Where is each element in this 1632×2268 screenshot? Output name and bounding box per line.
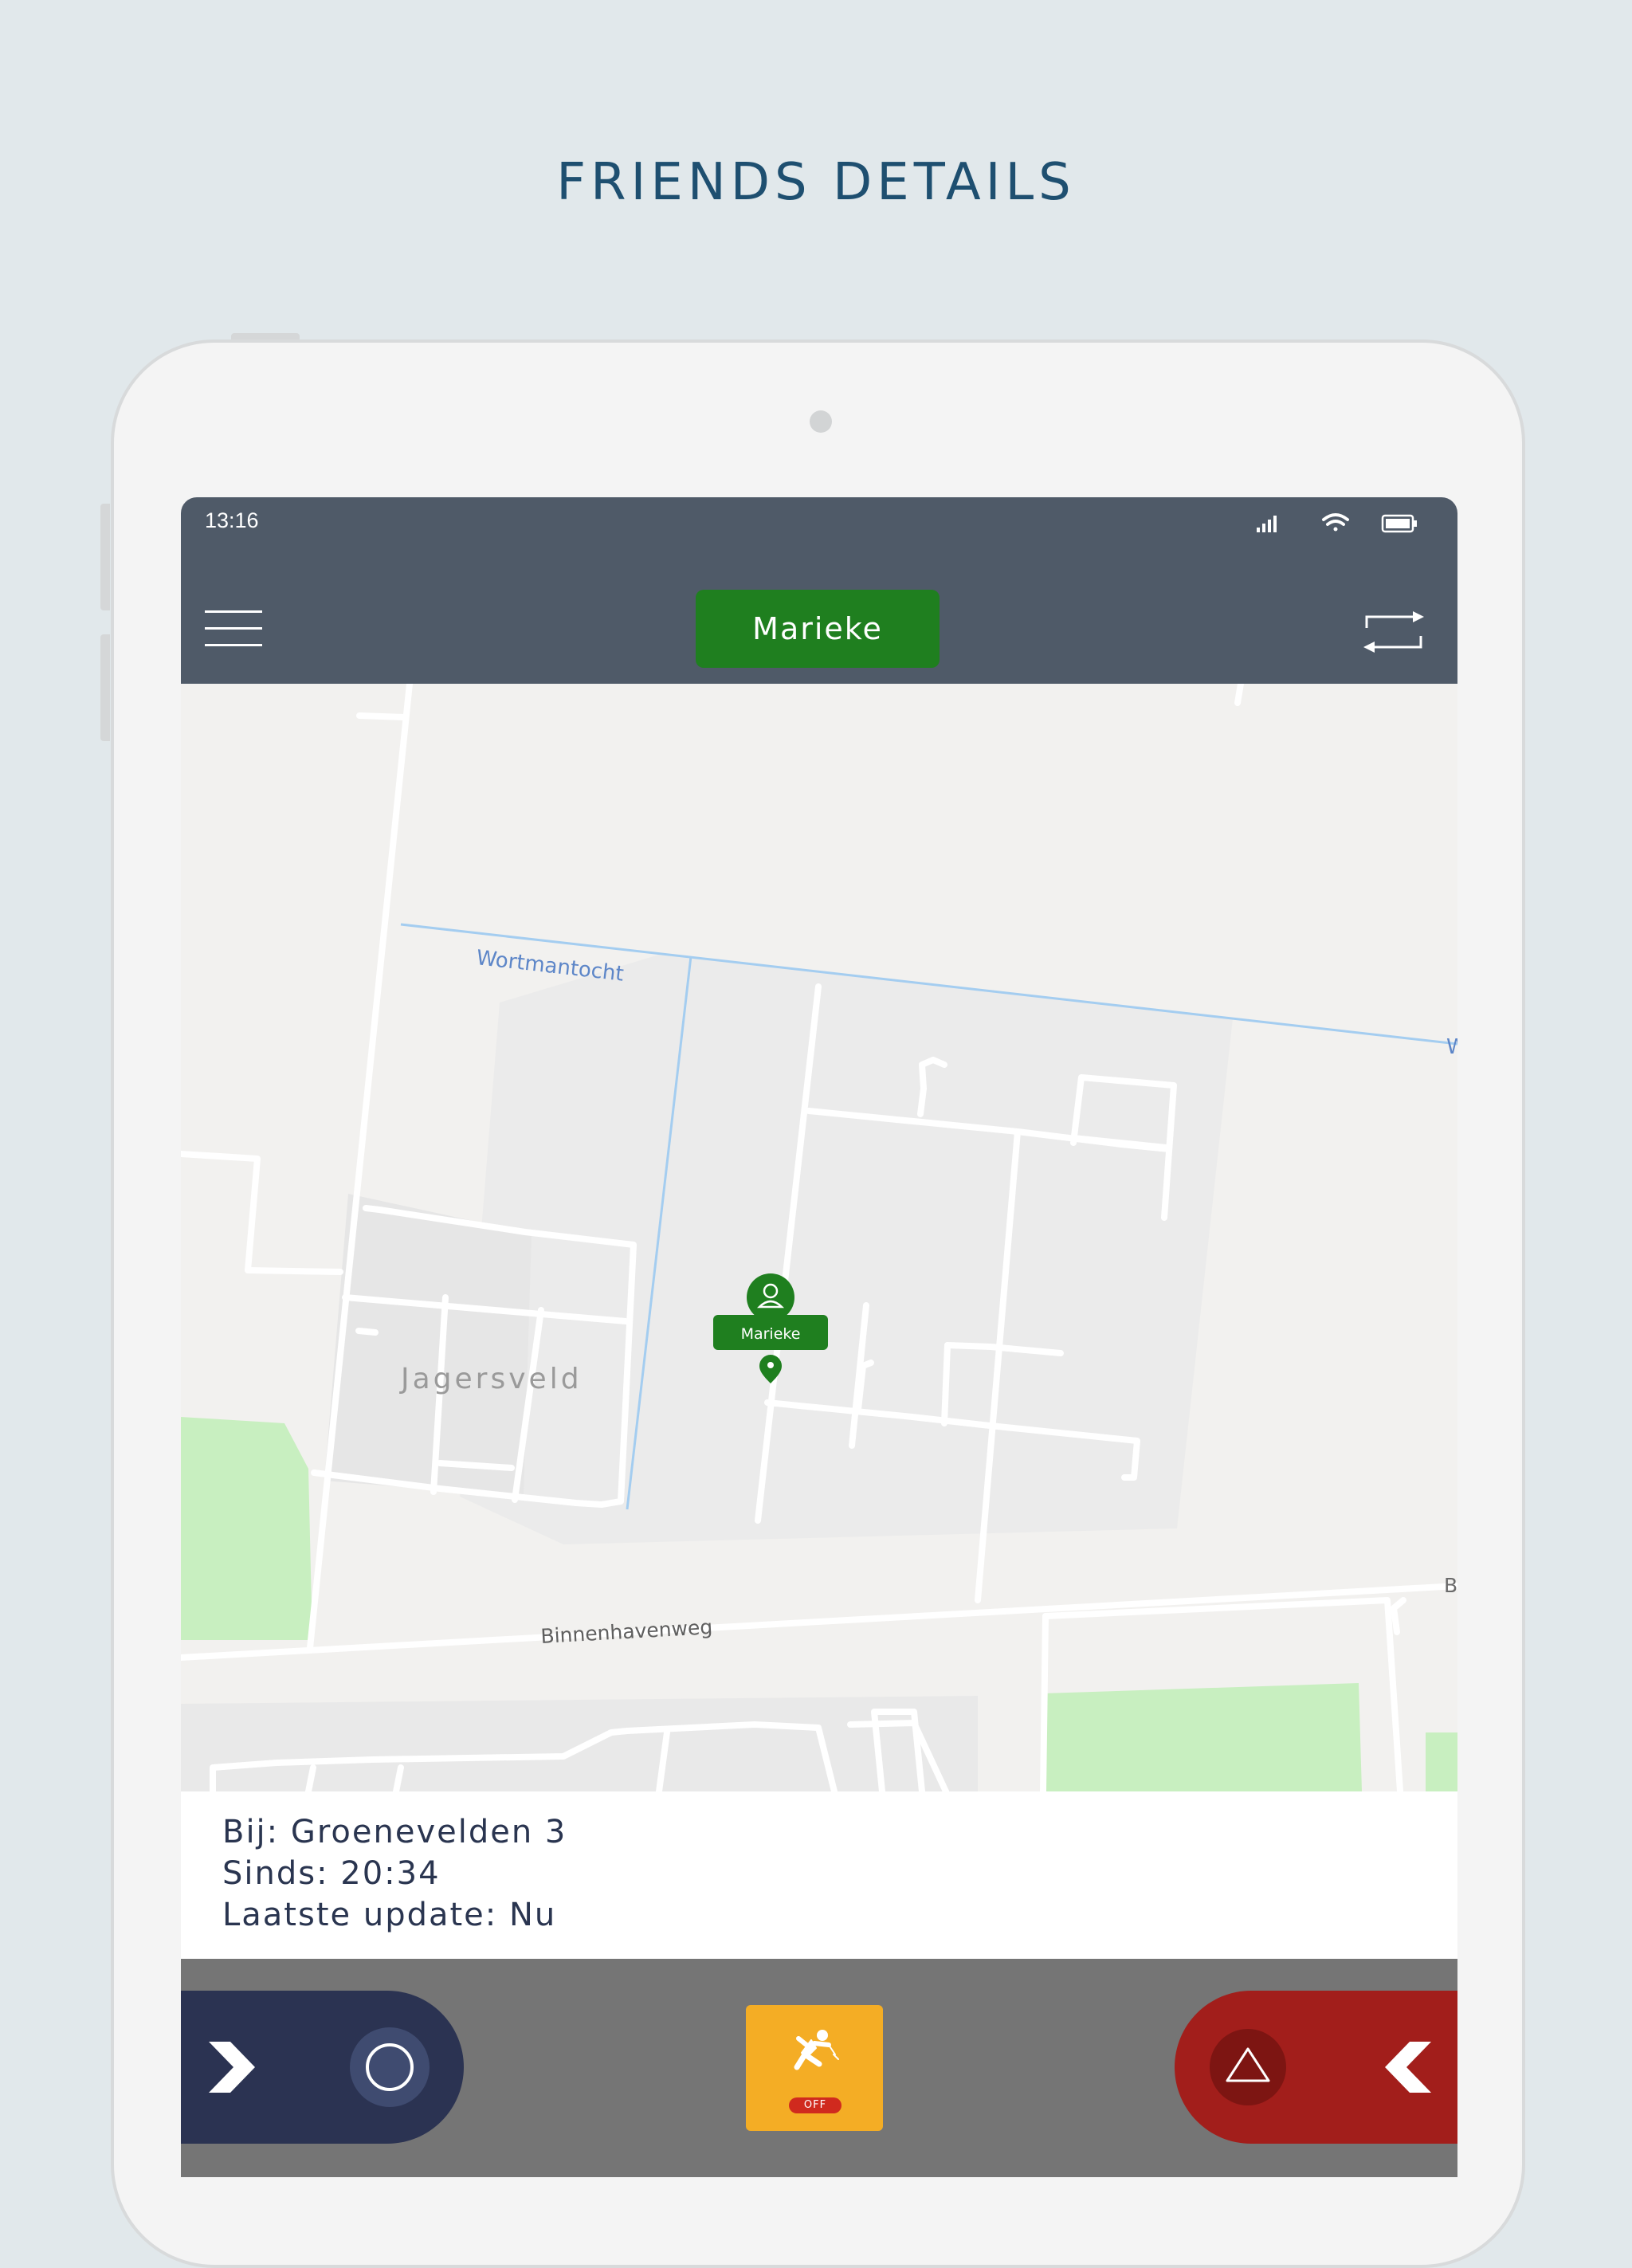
battery-icon [1381,514,1417,533]
fall-person-icon [794,2030,839,2070]
park-edge [1426,1732,1457,1791]
address-text: Bij: Groenevelden 3 [222,1814,567,1850]
switch-icon[interactable] [1362,609,1426,655]
location-info-panel: Bij: Groenevelden 3 Sinds: 20:34 Laatste… [181,1791,1457,1959]
residential-block-south [181,1696,978,1791]
road-edge-label: B [1444,1574,1457,1597]
fall-status-badge: OFF [789,2097,842,2113]
friend-name-button[interactable]: Marieke [696,590,940,668]
wifi-icon [1322,513,1349,532]
tablet-camera [810,410,832,433]
map-view[interactable]: Wortmantocht W Jagersveld Binnenhavenweg… [181,684,1457,1791]
status-icons-svg [1257,513,1417,533]
marker-name: Marieke [741,1325,801,1343]
check-in-slider-graphics [209,2027,430,2107]
triangle-button-bg [1210,2029,1286,2105]
tablet-volume-down-button [100,634,110,741]
status-time: 13:16 [205,508,259,532]
app-screen: 13:16 Marieke Wortmantocht W Jagersveld … [181,497,1457,2177]
action-bar: OFF [181,1959,1457,2177]
alarm-slider-graphics [1210,2029,1431,2105]
park-west [181,1417,312,1640]
signal-icon [1257,516,1277,532]
status-icons [1257,508,1424,536]
waterway-label: Wortmantocht [475,946,625,987]
road-label: Binnenhavenweg [540,1615,713,1648]
fall-detection-button[interactable]: OFF [746,2005,883,2131]
top-bar: 13:16 Marieke [181,497,1457,684]
residential-area [460,955,1233,1544]
check-in-slider[interactable] [181,1991,464,2144]
menu-icon[interactable] [205,610,262,647]
since-text: Sinds: 20:34 [222,1855,441,1892]
map-canvas[interactable]: Wortmantocht W Jagersveld Binnenhavenweg… [181,684,1457,1791]
tablet-volume-up-button [100,504,110,610]
circle-button-bg [350,2027,430,2107]
alarm-slider[interactable] [1175,1991,1457,2144]
last-update-text: Laatste update: Nu [222,1897,557,1933]
page-title: FRIENDS DETAILS [556,153,1076,212]
neighborhood-label: Jagersveld [399,1363,583,1395]
chevron-right-icon [209,2042,255,2093]
chevron-left-icon [1385,2042,1431,2093]
park-southeast [1043,1683,1362,1791]
waterway-edge-label: W [1446,1035,1457,1059]
